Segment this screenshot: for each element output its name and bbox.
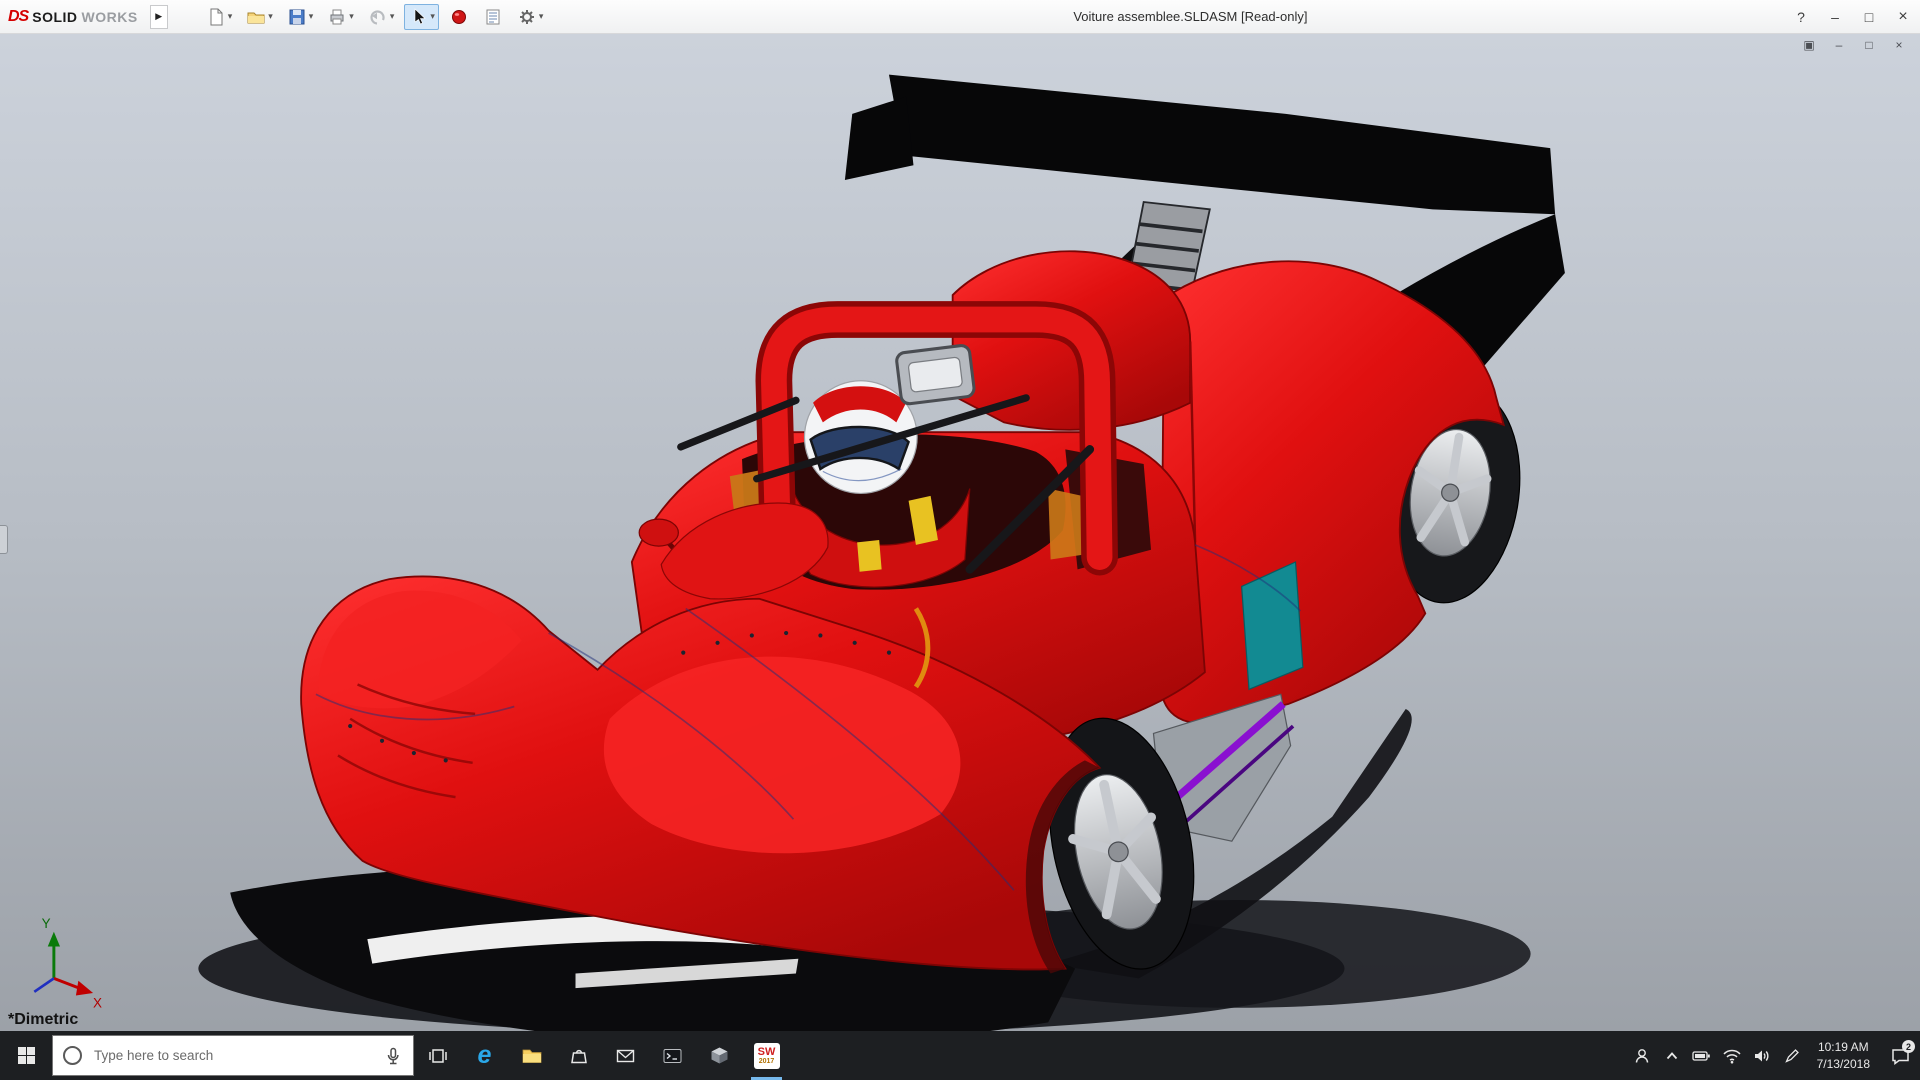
- battery-icon: [1691, 1047, 1712, 1065]
- view-orientation-label: *Dimetric: [8, 1011, 78, 1029]
- window-controls: ? – □ ×: [1784, 0, 1920, 33]
- panel-splitter-handle[interactable]: [0, 525, 8, 554]
- speaker-icon: [1752, 1047, 1772, 1065]
- axis-x-label: X: [93, 996, 102, 1011]
- doc-minimize-button[interactable]: –: [1830, 38, 1848, 52]
- windscreen-box: [896, 345, 975, 405]
- taskbar-solidworks-button[interactable]: [696, 1031, 743, 1080]
- open-button[interactable]: ▾: [242, 4, 277, 30]
- dropdown-arrow-icon: ▾: [309, 11, 314, 22]
- quick-access-toolbar: ▾ ▾ ▾ ▾ ▾ ▾: [202, 4, 548, 30]
- title-bar: DS SOLID WORKS ▶ ▾ ▾ ▾ ▾ ▾: [0, 0, 1920, 34]
- brand-works: WORKS: [82, 9, 138, 25]
- close-button[interactable]: ×: [1886, 0, 1920, 33]
- solidworks-2017-icon: SW 2017: [754, 1043, 780, 1069]
- document-title: Voiture assemblee.SLDASM [Read-only]: [1073, 9, 1307, 24]
- taskbar-edge-button[interactable]: e: [461, 1031, 508, 1080]
- volume-button[interactable]: [1747, 1031, 1777, 1080]
- action-center-button[interactable]: 2: [1880, 1031, 1920, 1080]
- dropdown-arrow-icon: ▾: [268, 11, 273, 22]
- appearance-icon: [449, 7, 469, 27]
- save-icon: [287, 7, 307, 27]
- doc-restore-button[interactable]: □: [1860, 38, 1878, 52]
- windows-taskbar: e: [0, 1031, 1920, 1080]
- options-gear-icon: [517, 7, 537, 27]
- file-properties-icon: [483, 7, 503, 27]
- undo-button[interactable]: ▾: [364, 4, 399, 30]
- taskbar-terminal-button[interactable]: [649, 1031, 696, 1080]
- doc-pin-button[interactable]: ▣: [1800, 38, 1818, 52]
- select-tool-button[interactable]: ▾: [404, 4, 439, 30]
- solidworks-cube-icon: [709, 1045, 730, 1066]
- solidworks-logo: DS SOLID WORKS: [0, 8, 146, 26]
- dropdown-arrow-icon: ▾: [228, 11, 233, 22]
- brand-solid: SOLID: [32, 9, 77, 25]
- network-button[interactable]: [1717, 1031, 1747, 1080]
- maximize-button[interactable]: □: [1852, 0, 1886, 33]
- select-cursor-icon: [408, 7, 428, 27]
- start-button[interactable]: [0, 1031, 52, 1080]
- minimize-button[interactable]: –: [1818, 0, 1852, 33]
- task-view-button[interactable]: [414, 1031, 461, 1080]
- file-explorer-icon: [521, 1046, 543, 1066]
- people-icon: [1632, 1046, 1652, 1066]
- pen-button[interactable]: [1777, 1031, 1807, 1080]
- battery-button[interactable]: [1687, 1031, 1717, 1080]
- print-icon: [327, 7, 347, 27]
- dropdown-arrow-icon: ▾: [349, 11, 354, 22]
- file-properties-button[interactable]: [479, 4, 507, 30]
- edge-icon: e: [478, 1041, 492, 1070]
- clock-date: 7/13/2018: [1817, 1056, 1870, 1072]
- dropdown-arrow-icon: ▾: [390, 11, 395, 22]
- taskbar-file-explorer-button[interactable]: [508, 1031, 555, 1080]
- menu-flyout-button[interactable]: ▶: [150, 5, 168, 29]
- dropdown-arrow-icon: ▾: [539, 11, 544, 22]
- windows-logo-icon: [17, 1046, 36, 1065]
- new-document-icon: [206, 7, 226, 27]
- taskbar-search[interactable]: [52, 1035, 414, 1076]
- clock-time: 10:19 AM: [1817, 1039, 1870, 1055]
- people-button[interactable]: [1627, 1031, 1657, 1080]
- microphone-icon[interactable]: [383, 1046, 403, 1066]
- undo-icon: [368, 7, 388, 27]
- chevron-up-icon: [1663, 1047, 1681, 1065]
- store-bag-icon: [569, 1046, 589, 1066]
- options-button[interactable]: ▾: [513, 4, 548, 30]
- document-window-controls: ▣ – □ ×: [1800, 38, 1908, 52]
- axis-y-label: Y: [42, 916, 51, 931]
- 3d-scene[interactable]: Y X: [0, 33, 1920, 1031]
- tray-expand-button[interactable]: [1657, 1031, 1687, 1080]
- dassault-ds-mark: DS: [8, 8, 28, 26]
- system-tray: 10:19 AM 7/13/2018 2: [1627, 1031, 1920, 1080]
- search-input[interactable]: [92, 1047, 373, 1064]
- doc-close-button[interactable]: ×: [1890, 38, 1908, 52]
- wifi-icon: [1722, 1047, 1742, 1065]
- taskbar-clock[interactable]: 10:19 AM 7/13/2018: [1807, 1039, 1880, 1071]
- cortana-icon: [63, 1046, 82, 1065]
- task-view-icon: [428, 1046, 448, 1066]
- taskbar-store-button[interactable]: [555, 1031, 602, 1080]
- new-document-button[interactable]: ▾: [202, 4, 237, 30]
- graphics-area[interactable]: Y X ▣ – □ × *Dimetric: [0, 33, 1920, 1031]
- terminal-icon: [662, 1046, 683, 1066]
- dropdown-arrow-icon: ▾: [430, 11, 435, 22]
- open-icon: [246, 7, 266, 27]
- print-button[interactable]: ▾: [323, 4, 358, 30]
- taskbar-mail-button[interactable]: [602, 1031, 649, 1080]
- save-button[interactable]: ▾: [283, 4, 318, 30]
- taskbar-solidworks-2017-button[interactable]: SW 2017: [743, 1031, 790, 1080]
- pen-icon: [1783, 1047, 1801, 1065]
- solidworks-window: DS SOLID WORKS ▶ ▾ ▾ ▾ ▾ ▾: [0, 0, 1920, 1080]
- help-button[interactable]: ?: [1784, 0, 1818, 33]
- notification-badge: 2: [1902, 1040, 1915, 1053]
- appearance-button[interactable]: [445, 4, 473, 30]
- mail-icon: [615, 1046, 636, 1066]
